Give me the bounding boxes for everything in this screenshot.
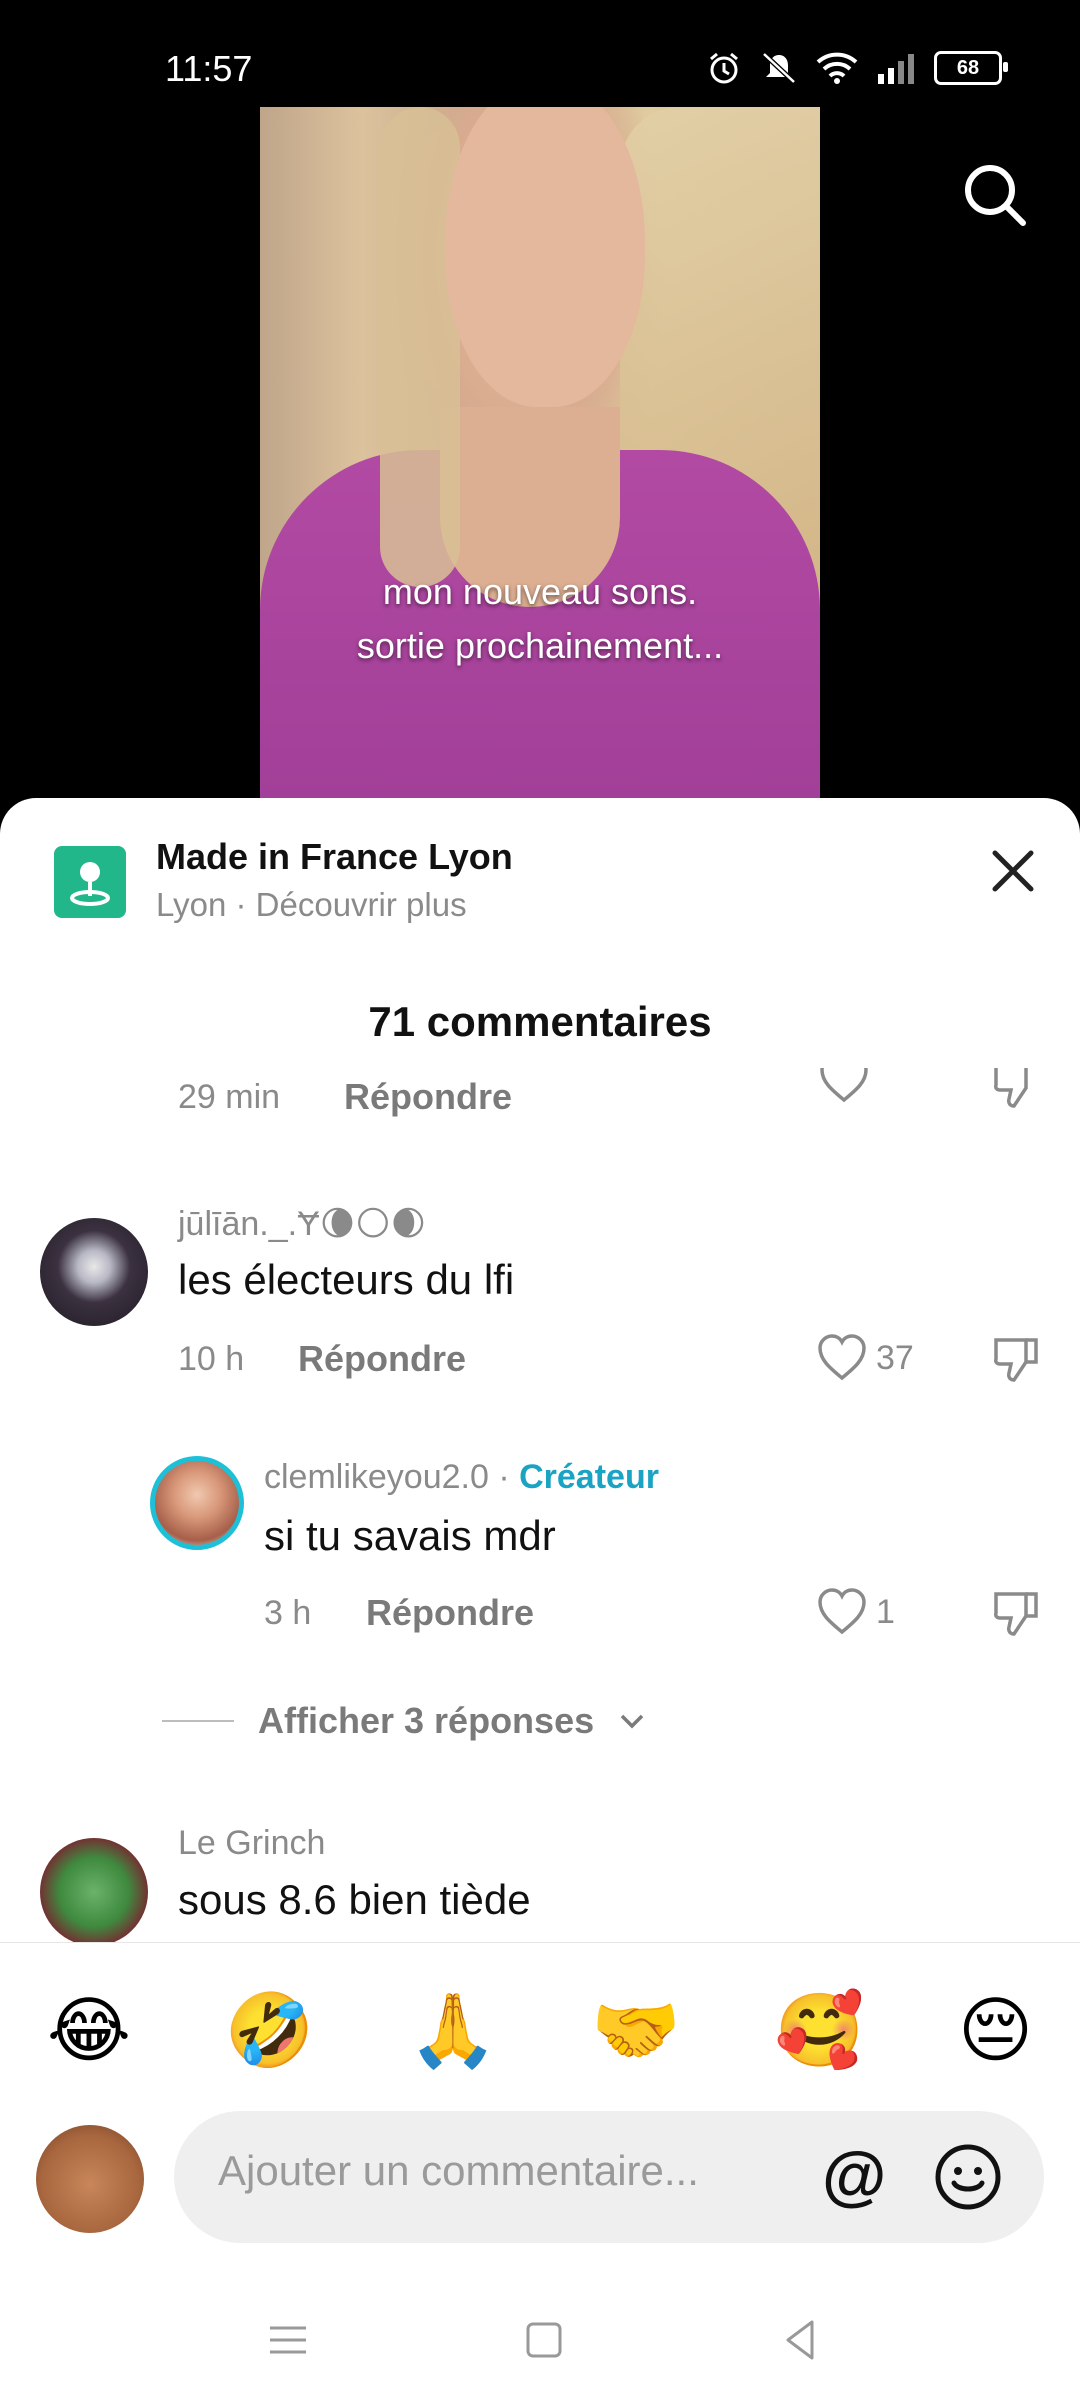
- battery-icon: 68: [934, 51, 1008, 85]
- like-button[interactable]: 37: [816, 1332, 914, 1384]
- video-hair-left: [380, 107, 460, 587]
- emoji-picker-icon[interactable]: [934, 2143, 1002, 2211]
- system-navigation-bar: [0, 2290, 1080, 2400]
- home-icon[interactable]: [514, 2310, 574, 2370]
- location-pin-icon[interactable]: [54, 846, 126, 918]
- close-icon[interactable]: [990, 848, 1036, 894]
- video-caption-line1: mon nouveau sons.: [382, 571, 698, 612]
- comment-text: si tu savais mdr: [264, 1512, 556, 1559]
- emoji-quick-row: 😂 🤣 🙏 🤝 🥰 😔: [0, 1988, 1080, 2073]
- comment-input[interactable]: Ajouter un commentaire... @: [174, 2111, 1044, 2243]
- mute-icon: [762, 52, 796, 84]
- emoji-button[interactable]: 😂: [47, 1988, 131, 2073]
- heart-icon: [818, 1588, 866, 1635]
- status-icons: 68: [706, 50, 1008, 86]
- reply-username[interactable]: clemlikeyou2.0: [264, 1458, 489, 1496]
- menu-icon[interactable]: [258, 2310, 318, 2370]
- comment-time: 3 h: [264, 1594, 312, 1632]
- dislike-icon[interactable]: [990, 1588, 1042, 1640]
- emoji-button[interactable]: 🥰: [775, 1988, 865, 2073]
- heart-icon: [818, 1334, 866, 1381]
- reply-button[interactable]: Répondre: [344, 1076, 512, 1118]
- emoji-button[interactable]: 🤣: [225, 1988, 315, 2073]
- status-time: 11:57: [165, 48, 253, 89]
- comment-partial: 29 min Répondre: [0, 1068, 1080, 1148]
- creator-badge: Créateur: [519, 1458, 659, 1496]
- back-icon[interactable]: [772, 2310, 832, 2370]
- comment-username[interactable]: clemlikeyou2.0 · Créateur: [264, 1458, 659, 1497]
- chevron-down-icon: [620, 1714, 644, 1729]
- avatar[interactable]: [150, 1456, 244, 1550]
- alarm-icon: [710, 52, 738, 84]
- avatar[interactable]: [40, 1218, 148, 1326]
- avatar[interactable]: [40, 1838, 148, 1946]
- comments-count-title: 71 commentaires: [368, 998, 712, 1045]
- divider-line: [162, 1720, 234, 1722]
- dislike-icon[interactable]: [990, 1068, 1042, 1112]
- signal-icon: [878, 54, 914, 84]
- reply-button[interactable]: Répondre: [298, 1338, 466, 1380]
- emoji-button[interactable]: 😔: [958, 1988, 1033, 2073]
- show-more-replies-label: Afficher 3 réponses: [258, 1700, 595, 1741]
- like-button[interactable]: 1: [816, 1586, 895, 1638]
- mention-icon[interactable]: @: [822, 2137, 886, 2213]
- comment-username[interactable]: jūlīān._.Ɏ🌘🌕🌒: [178, 1204, 426, 1244]
- emoji-button[interactable]: 🤝: [591, 1988, 681, 2073]
- wifi-icon: [816, 52, 858, 84]
- heart-icon[interactable]: [818, 1068, 870, 1106]
- comment-text: sous 8.6 bien tiède: [178, 1876, 531, 1923]
- video-face: [445, 107, 645, 407]
- reply-button[interactable]: Répondre: [366, 1592, 534, 1634]
- show-more-replies-button[interactable]: Afficher 3 réponses: [162, 1700, 646, 1742]
- comment-text: les électeurs du lfi: [178, 1256, 515, 1303]
- user-avatar[interactable]: [36, 2125, 144, 2233]
- emoji-button[interactable]: 🙏: [408, 1988, 498, 2073]
- dislike-icon[interactable]: [990, 1334, 1042, 1386]
- video-caption-line2: sortie prochainement...: [356, 625, 724, 666]
- comment-username[interactable]: Le Grinch: [178, 1824, 325, 1863]
- video-player[interactable]: mon nouveau sons. sortie prochainement..…: [260, 107, 820, 800]
- comment-time: 10 h: [178, 1340, 245, 1378]
- comment-reply-item: clemlikeyou2.0 · Créateur si tu savais m…: [0, 1452, 1080, 1636]
- place-subtitle[interactable]: Lyon · Découvrir plus: [156, 886, 467, 924]
- comment-item: jūlīān._.Ɏ🌘🌕🌒 les électeurs du lfi 10 h …: [0, 1198, 1080, 1382]
- search-icon[interactable]: [960, 160, 1030, 230]
- comment-time: 29 min: [178, 1078, 281, 1116]
- like-count: 37: [876, 1338, 914, 1377]
- comment-input-placeholder[interactable]: Ajouter un commentaire...: [218, 2147, 699, 2195]
- place-title[interactable]: Made in France Lyon: [156, 836, 513, 878]
- username-separator: ·: [488, 1458, 520, 1496]
- like-count: 1: [876, 1592, 895, 1631]
- status-bar: 11:57 68: [0, 0, 1080, 100]
